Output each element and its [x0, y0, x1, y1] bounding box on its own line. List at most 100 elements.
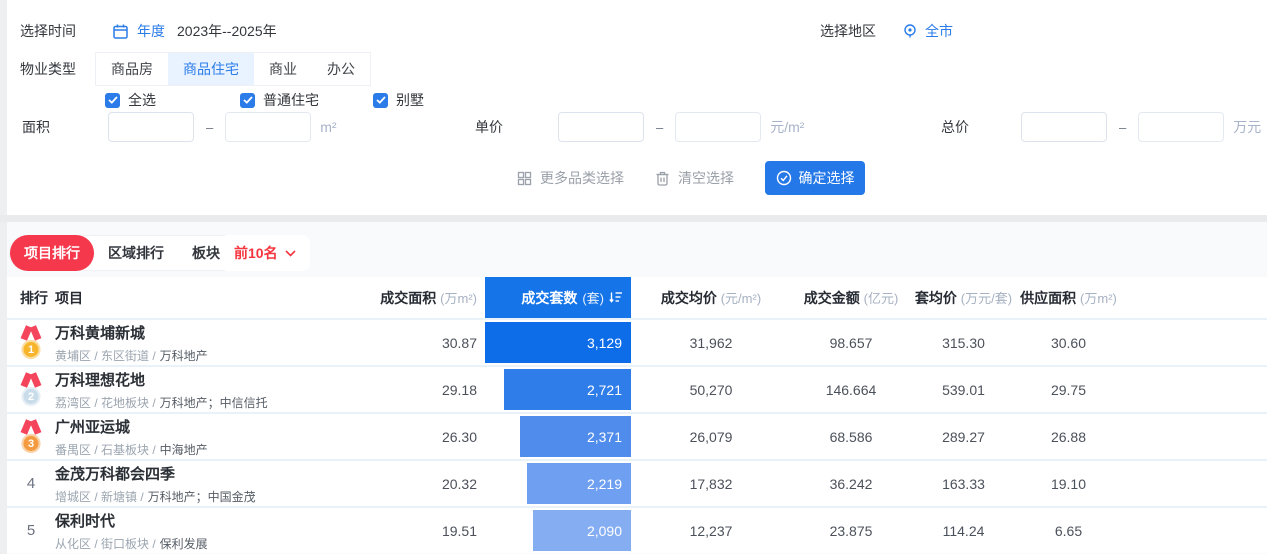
deal-area-value: 19.51 — [361, 523, 485, 539]
project-developer: 万科地产 — [160, 347, 208, 364]
confirm-selection-button[interactable]: 确定选择 — [765, 161, 865, 195]
total-price-range-group: 总价 – 万元 — [941, 111, 1261, 143]
project-name: 广州亚运城 — [55, 416, 361, 437]
header-avg-price[interactable]: 成交均价 (元/m²) — [631, 288, 791, 308]
tab-district-ranking[interactable]: 区域排行 — [94, 235, 178, 271]
rank-cell: 5 — [7, 522, 55, 539]
unit-price-max-input[interactable] — [675, 112, 761, 142]
property-type-option-shangpinfang[interactable]: 商品房 — [96, 53, 168, 85]
supply-area-value: 19.10 — [1016, 476, 1121, 492]
range-dash: – — [206, 120, 213, 135]
clear-selection-button[interactable]: 清空选择 — [655, 161, 734, 195]
property-type-option-bangong[interactable]: 办公 — [312, 53, 370, 85]
avg-unit-total-value: 114.24 — [911, 523, 1016, 539]
deal-count-cell: 3,129 — [485, 320, 631, 365]
table-row[interactable]: 3 广州亚运城 番禺区 / 石基板块 /中海地产 26.30 2,371 26,… — [7, 412, 1267, 459]
deal-area-value: 20.32 — [361, 476, 485, 492]
time-mode-select[interactable]: 年度 — [137, 21, 165, 41]
property-type-option-shangpinzhuzhai[interactable]: 商品住宅 — [168, 53, 254, 85]
avg-unit-total-value: 315.30 — [911, 335, 1016, 351]
real-estate-dashboard: 选择时间 年度 2023年--2025年 选择地区 全市 物业类型 — [0, 0, 1267, 554]
deal-amount-value: 146.664 — [791, 382, 911, 398]
project-location: 黄埔区 / 东区街道 / — [55, 347, 156, 364]
area-min-input[interactable] — [108, 112, 194, 142]
deal-area-value: 26.30 — [361, 429, 485, 445]
project-developer: 保利发展 — [160, 535, 208, 552]
filter-panel: 选择时间 年度 2023年--2025年 选择地区 全市 物业类型 — [7, 0, 1267, 215]
header-deal-area[interactable]: 成交面积 (万m²) — [361, 288, 485, 308]
unit-price-unit: 元/m² — [770, 117, 804, 137]
more-categories-button[interactable]: 更多品类选择 — [517, 161, 624, 195]
rank-cell: 4 — [7, 475, 55, 492]
table-row[interactable]: 1 万科黄埔新城 黄埔区 / 东区街道 /万科地产 30.87 3,129 31… — [7, 318, 1267, 365]
checkbox-select-all[interactable]: 全选 — [105, 90, 156, 110]
header-avg-unit-total[interactable]: 套均价 (万元/套) — [911, 288, 1016, 308]
region-filter-row: 选择地区 全市 — [820, 16, 953, 46]
area-max-input[interactable] — [225, 112, 311, 142]
deal-amount-value: 68.586 — [791, 429, 911, 445]
supply-area-value: 29.75 — [1016, 382, 1121, 398]
checkbox-checked-icon — [105, 93, 120, 108]
bronze-medal-icon: 3 — [19, 420, 43, 453]
sort-descending-icon — [609, 291, 623, 304]
calendar-icon — [112, 23, 129, 40]
avg-price-value: 17,832 — [631, 476, 791, 492]
total-price-label: 总价 — [941, 117, 1021, 137]
supply-area-value: 6.65 — [1016, 523, 1121, 539]
top-n-dropdown[interactable]: 前10名 — [220, 235, 310, 271]
avg-price-value: 31,962 — [631, 335, 791, 351]
checkbox-ordinary-housing[interactable]: 普通住宅 — [240, 90, 319, 110]
location-pin-icon — [902, 23, 918, 39]
total-price-max-input[interactable] — [1138, 112, 1224, 142]
header-supply-area[interactable]: 供应面积 (万m²) — [1016, 288, 1121, 308]
avg-unit-total-value: 289.27 — [911, 429, 1016, 445]
rank-cell: 2 — [7, 373, 55, 406]
avg-unit-total-value: 163.33 — [911, 476, 1016, 492]
deal-count-cell: 2,721 — [485, 367, 631, 412]
deal-amount-value: 98.657 — [791, 335, 911, 351]
checkbox-checked-icon — [373, 93, 388, 108]
deal-area-value: 29.18 — [361, 382, 485, 398]
avg-price-value: 50,270 — [631, 382, 791, 398]
range-dash: – — [1119, 120, 1126, 135]
project-location: 荔湾区 / 花地板块 / — [55, 394, 156, 411]
unit-price-min-input[interactable] — [558, 112, 644, 142]
table-row[interactable]: 2 万科理想花地 荔湾区 / 花地板块 /万科地产；中信信托 29.18 2,7… — [7, 365, 1267, 412]
tab-project-ranking[interactable]: 项目排行 — [10, 235, 94, 271]
checkbox-villa[interactable]: 别墅 — [373, 90, 424, 110]
region-value[interactable]: 全市 — [925, 21, 953, 41]
project-name: 金茂万科都会四季 — [55, 463, 361, 484]
deal-count-bar: 2,219 — [527, 463, 631, 504]
project-location: 从化区 / 街口板块 / — [55, 535, 156, 552]
avg-unit-total-value: 539.01 — [911, 382, 1016, 398]
deal-count-cell: 2,371 — [485, 414, 631, 459]
header-deal-amount[interactable]: 成交金额 (亿元) — [791, 288, 911, 308]
checkbox-checked-icon — [240, 93, 255, 108]
chevron-down-icon — [285, 250, 296, 257]
avg-price-value: 12,237 — [631, 523, 791, 539]
supply-area-value: 26.88 — [1016, 429, 1121, 445]
header-project: 项目 — [55, 288, 361, 308]
unit-price-label: 单价 — [475, 117, 558, 137]
total-price-min-input[interactable] — [1021, 112, 1107, 142]
table-header-row: 排行 项目 成交面积 (万m²) 成交套数(套) 成交均价 (元/m²) 成交金… — [7, 277, 1267, 318]
table-row[interactable]: 4 金茂万科都会四季 增城区 / 新塘镇 /万科地产；中国金茂 20.32 2,… — [7, 459, 1267, 506]
time-range-value[interactable]: 2023年--2025年 — [177, 21, 277, 41]
total-price-unit: 万元 — [1233, 117, 1261, 137]
area-range-group: 面积 – m² — [22, 111, 337, 143]
section-divider — [0, 215, 1267, 222]
silver-medal-icon: 2 — [19, 373, 43, 406]
property-type-option-shangye[interactable]: 商业 — [254, 53, 312, 85]
deal-count-cell: 2,219 — [485, 461, 631, 506]
project-cell: 广州亚运城 番禺区 / 石基板块 /中海地产 — [55, 416, 361, 458]
project-location: 增城区 / 新塘镇 / — [55, 488, 144, 505]
project-name: 保利时代 — [55, 510, 361, 531]
time-filter-row: 选择时间 年度 2023年--2025年 — [20, 16, 277, 46]
header-deal-count-sorted[interactable]: 成交套数(套) — [485, 277, 631, 318]
property-type-label: 物业类型 — [20, 59, 95, 79]
region-filter-label: 选择地区 — [820, 21, 876, 41]
area-unit: m² — [320, 119, 336, 135]
deal-amount-value: 23.875 — [791, 523, 911, 539]
property-type-row: 物业类型 商品房 商品住宅 商业 办公 — [20, 52, 371, 86]
table-row[interactable]: 5 保利时代 从化区 / 街口板块 /保利发展 19.51 2,090 12,2… — [7, 506, 1267, 553]
